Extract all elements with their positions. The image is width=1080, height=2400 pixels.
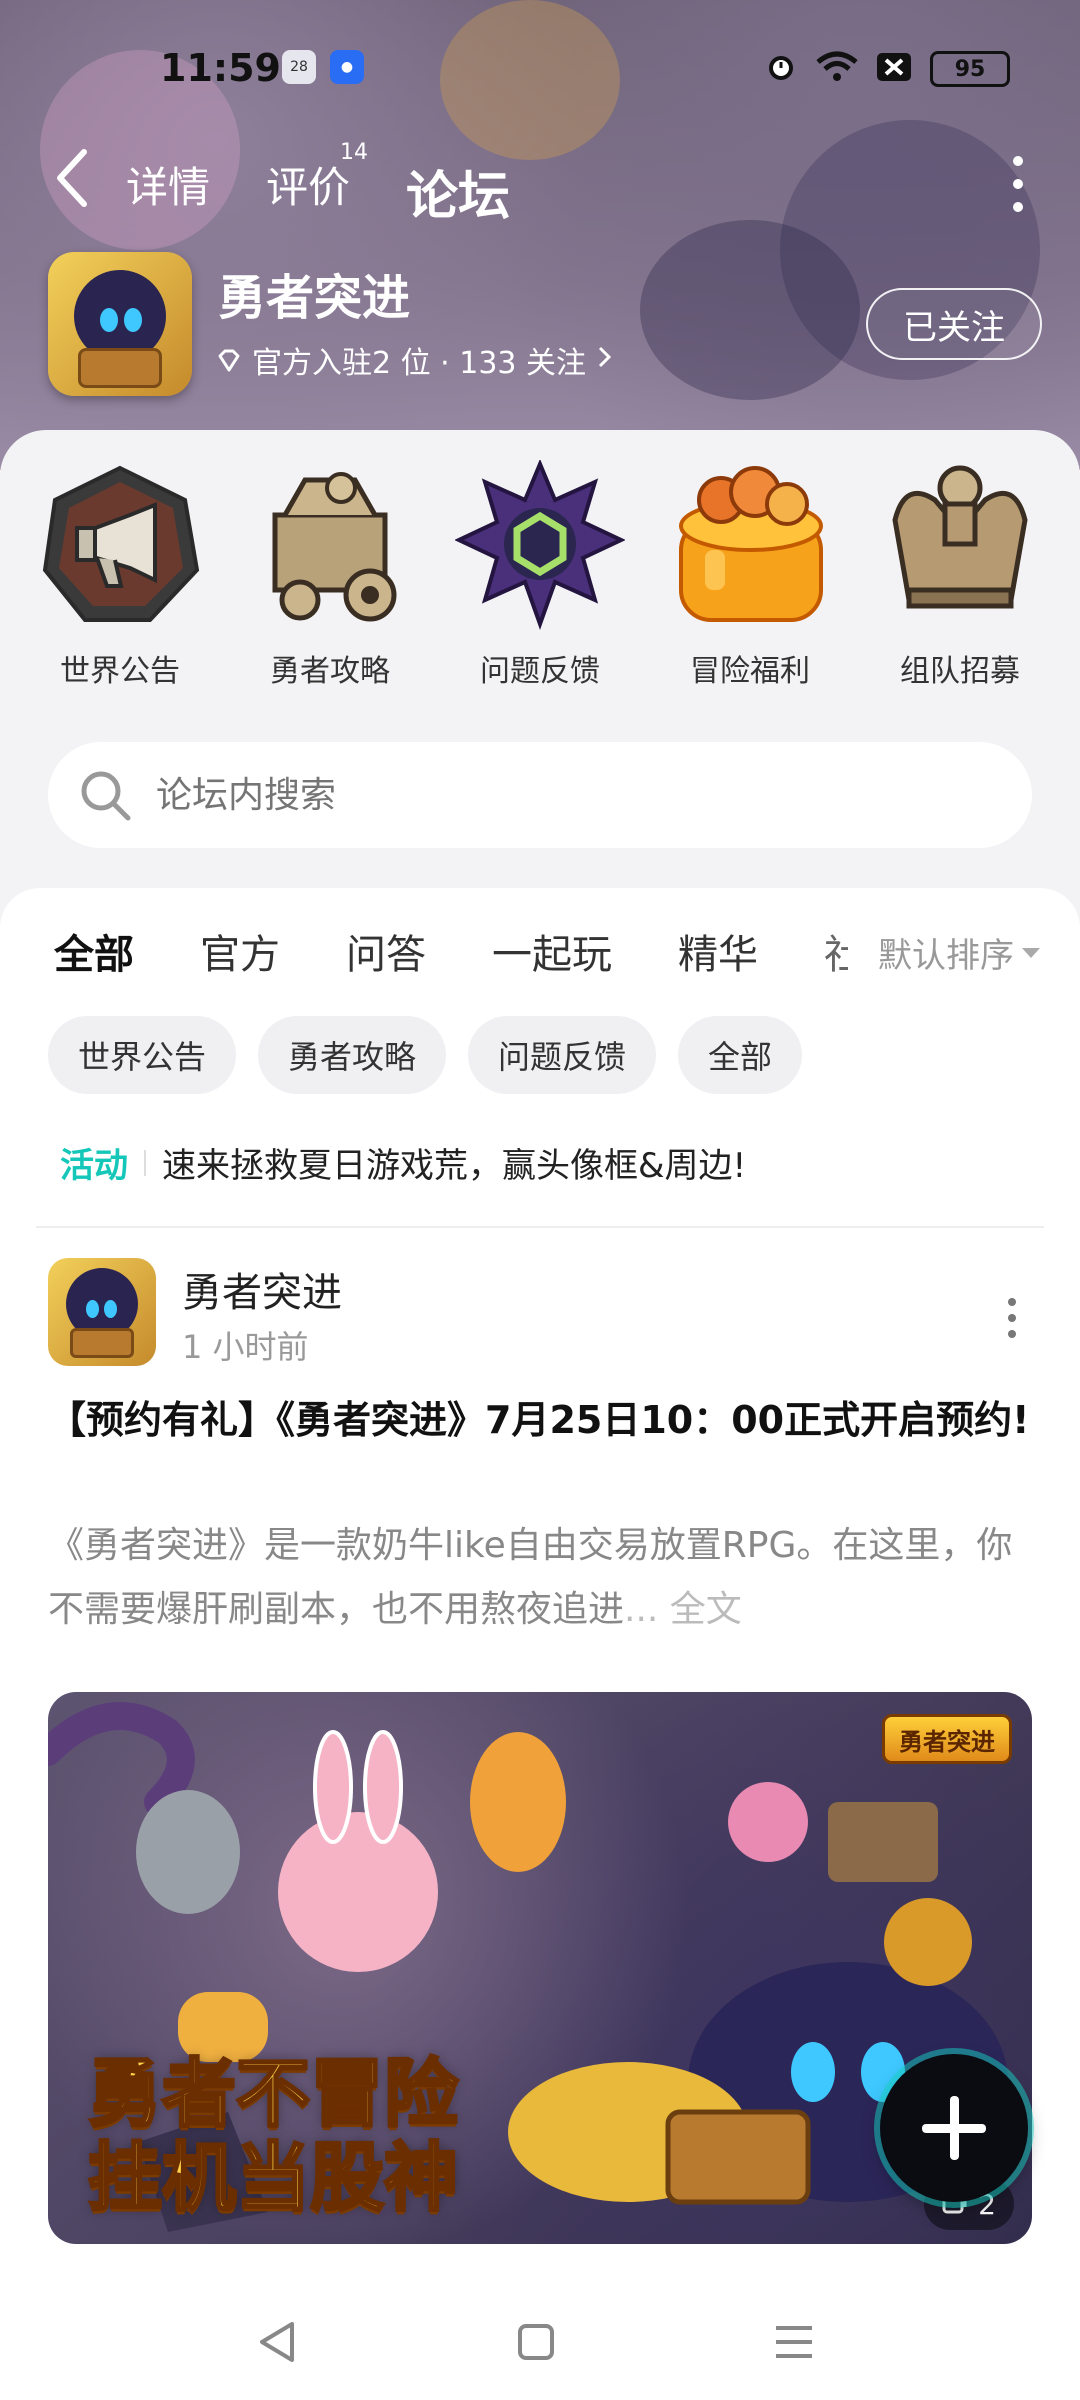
tab-qa[interactable]: 问答 — [346, 922, 426, 980]
tab-community[interactable]: 社 — [824, 922, 848, 980]
category-tabs: 全部 官方 问答 一起玩 精华 社 — [54, 922, 848, 988]
quick-entry-world-notice[interactable]: 世界公告 — [20, 460, 220, 690]
quick-entries: 世界公告 勇者攻略 问题反馈 冒险福利 组队招募 — [0, 458, 1080, 700]
author-avatar[interactable] — [48, 1258, 156, 1366]
chevron-right-icon — [596, 343, 614, 378]
post-image[interactable]: 勇者突进 勇者不冒险 挂机当股神 2 — [48, 1692, 1032, 2244]
chip-world-notice[interactable]: 世界公告 — [48, 1016, 237, 1094]
sort-dropdown[interactable]: 默认排序 — [848, 928, 1040, 977]
tab-forum[interactable]: 论坛 — [406, 154, 511, 235]
post-time: 1 小时前 — [182, 1328, 309, 1366]
status-bar: 11:59 28 ● 95 — [0, 36, 1080, 106]
forum-search[interactable] — [48, 742, 1032, 848]
tab-reviews[interactable]: 评价 14 — [266, 140, 368, 229]
tab-all[interactable]: 全部 — [54, 922, 134, 988]
divider — [144, 1149, 146, 1176]
chip-hero-guide[interactable]: 勇者攻略 — [258, 1016, 447, 1094]
crown-icon — [875, 460, 1045, 630]
status-time: 11:59 — [160, 46, 281, 90]
post-more-icon[interactable] — [1006, 1298, 1018, 1338]
quick-entry-feedback[interactable]: 问题反馈 — [440, 458, 640, 690]
tab-official[interactable]: 官方 — [200, 922, 280, 980]
post-excerpt[interactable]: 《勇者突进》是一款奶牛like自由交易放置RPG。在这里，你不需要爆肝刷副本，也… — [48, 1514, 1032, 1642]
diamond-icon — [216, 347, 242, 373]
read-more-link[interactable]: ... 全文 — [624, 1589, 742, 1630]
filter-chips: 世界公告 勇者攻略 问题反馈 全部 — [48, 1016, 803, 1094]
map-cart-icon — [245, 460, 415, 630]
banner-slogan: 勇者不冒险 挂机当股神 — [87, 2051, 460, 2222]
top-navigation: 详情 评价 14 论坛 — [0, 130, 1080, 235]
activity-text: 速来拯救夏日游戏荒，赢头像框&周边! — [162, 1146, 747, 1186]
tab-featured[interactable]: 精华 — [678, 922, 758, 980]
divider — [36, 1226, 1044, 1228]
tab-details[interactable]: 详情 — [126, 154, 210, 229]
game-stats[interactable]: 官方入驻2 位 · 133 关注 — [216, 338, 614, 382]
more-options-icon[interactable] — [1010, 156, 1026, 212]
game-info: 勇者突进 官方入驻2 位 · 133 关注 已关注 — [48, 252, 1048, 402]
chip-all[interactable]: 全部 — [678, 1016, 803, 1094]
nav-home-icon[interactable] — [506, 2312, 566, 2372]
quick-entry-hero-guide[interactable]: 勇者攻略 — [230, 460, 430, 690]
nav-menu-icon[interactable] — [764, 2312, 824, 2372]
alarm-icon — [764, 50, 798, 88]
game-icon[interactable] — [48, 252, 192, 396]
back-button[interactable] — [50, 146, 100, 216]
review-count-badge: 14 — [340, 140, 369, 165]
wifi-icon — [816, 50, 858, 88]
system-navigation-bar — [0, 2276, 1080, 2400]
hero-header: 11:59 28 ● 95 详情 评价 14 论坛 勇者突进 官方入驻2 位 ·… — [0, 0, 1080, 470]
activity-banner[interactable]: 活动 速来拯救夏日游戏荒，赢头像框&周边! — [60, 1138, 746, 1187]
jelly-cake-icon — [665, 460, 835, 630]
post-author[interactable]: 勇者突进 — [182, 1260, 342, 1318]
chip-feedback[interactable]: 问题反馈 — [468, 1016, 657, 1094]
search-icon — [78, 768, 132, 822]
battery-icon: 95 — [930, 51, 1010, 87]
search-input[interactable] — [156, 742, 976, 848]
plus-icon — [922, 2096, 986, 2160]
post-title[interactable]: 【预约有礼】《勇者突进》7月25日10：00正式开启预约! — [48, 1388, 1032, 1452]
spiky-gem-icon — [454, 458, 626, 630]
app-notification-icon: ● — [330, 50, 364, 84]
activity-tag: 活动 — [60, 1146, 128, 1186]
quick-entry-team-recruit[interactable]: 组队招募 — [860, 460, 1060, 690]
banner-game-logo: 勇者突进 — [882, 1714, 1012, 1764]
megaphone-icon — [35, 460, 205, 630]
game-title: 勇者突进 — [218, 270, 411, 326]
quick-entry-adventure-welfare[interactable]: 冒险福利 — [650, 460, 850, 690]
nav-back-icon[interactable] — [248, 2312, 308, 2372]
follow-button[interactable]: 已关注 — [866, 288, 1042, 360]
calendar-icon: 28 — [282, 50, 316, 84]
caret-down-icon — [1022, 947, 1040, 958]
no-sim-icon — [876, 52, 912, 86]
tab-play-together[interactable]: 一起玩 — [492, 922, 612, 980]
new-post-button[interactable] — [880, 2054, 1028, 2202]
